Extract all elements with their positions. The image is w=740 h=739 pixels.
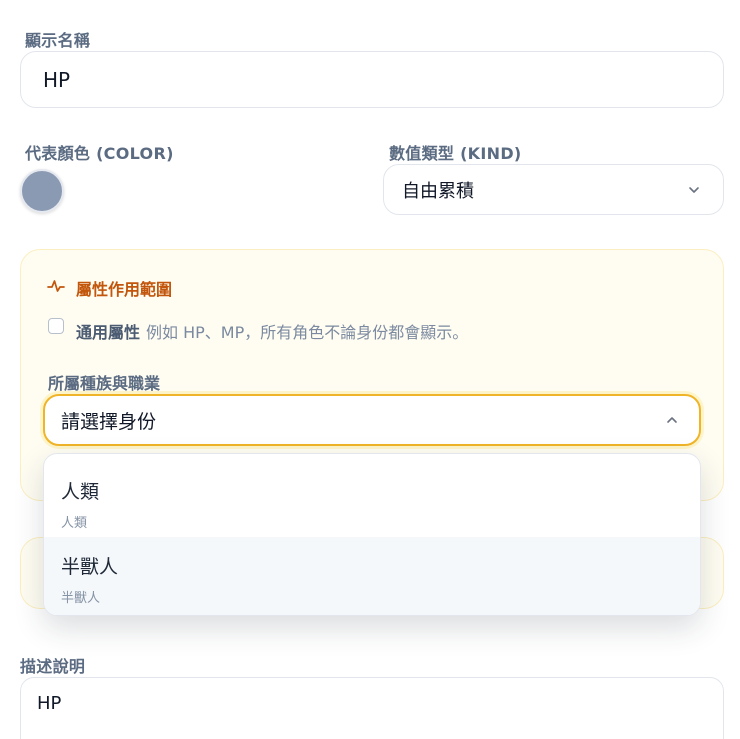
identity-dropdown: 人類 人類 半獸人 半獸人 bbox=[43, 453, 701, 616]
display-name-value: HP bbox=[43, 67, 71, 92]
identity-label: 所屬種族與職業 bbox=[48, 374, 161, 393]
identity-option[interactable]: 半獸人 半獸人 bbox=[44, 537, 700, 615]
universal-label: 通用屬性 bbox=[76, 323, 141, 342]
universal-hint: 例如 HP、MP，所有角色不論身份都會顯示。 bbox=[146, 323, 469, 342]
kind-select[interactable]: 自由累積 bbox=[383, 164, 724, 215]
identity-option-sub: 半獸人 bbox=[61, 591, 101, 606]
description-value: HP bbox=[37, 693, 62, 714]
identity-option-sub: 人類 bbox=[61, 516, 88, 531]
chevron-up-icon bbox=[667, 417, 677, 423]
chevron-down-icon bbox=[689, 186, 699, 193]
kind-label: 數值類型 (KIND) bbox=[389, 144, 522, 163]
description-textarea[interactable]: HP bbox=[20, 677, 724, 739]
display-name-label: 顯示名稱 bbox=[25, 31, 91, 50]
color-label: 代表顏色 (COLOR) bbox=[25, 144, 174, 163]
kind-selected-value: 自由累積 bbox=[402, 180, 474, 202]
identity-select[interactable]: 請選擇身份 bbox=[43, 394, 701, 446]
pulse-icon bbox=[47, 280, 65, 292]
identity-placeholder: 請選擇身份 bbox=[61, 410, 157, 433]
attribute-form: 顯示名稱 HP 代表顏色 (COLOR) 數值類型 (KIND) 自由累積 屬性… bbox=[0, 0, 740, 739]
identity-option-label: 半獸人 bbox=[61, 556, 119, 578]
identity-option[interactable]: 人類 人類 bbox=[44, 461, 700, 537]
identity-option-label: 人類 bbox=[61, 481, 100, 503]
scope-title: 屬性作用範圍 bbox=[76, 280, 173, 299]
universal-checkbox[interactable] bbox=[48, 318, 64, 334]
display-name-input[interactable]: HP bbox=[20, 51, 724, 108]
color-swatch[interactable] bbox=[20, 169, 64, 213]
description-label: 描述說明 bbox=[20, 657, 86, 676]
universal-text: 通用屬性 例如 HP、MP，所有角色不論身份都會顯示。 bbox=[76, 319, 468, 343]
